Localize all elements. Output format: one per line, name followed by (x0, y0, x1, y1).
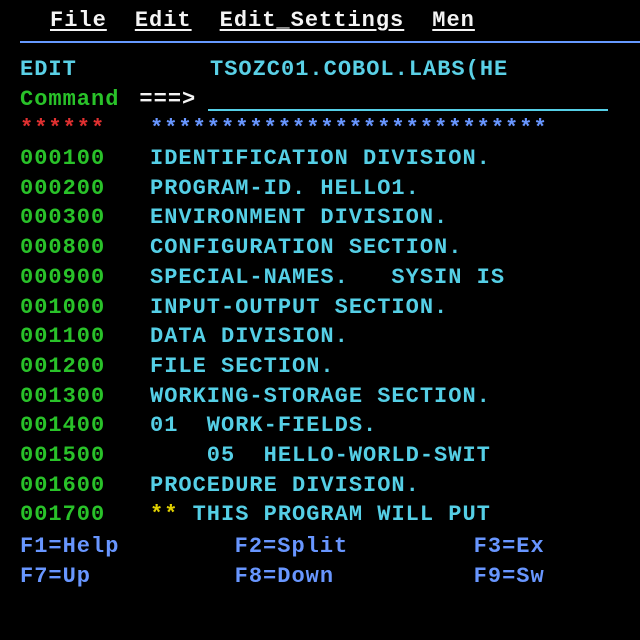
code-text: CONFIGURATION SECTION. (150, 233, 462, 263)
command-input[interactable] (208, 89, 608, 111)
line-number: 000800 (20, 233, 150, 263)
menubar-divider (20, 41, 640, 43)
code-line[interactable]: 001300WORKING-STORAGE SECTION. (0, 382, 640, 412)
command-label: Command (20, 85, 119, 115)
line-number: 001600 (20, 471, 150, 501)
code-area[interactable]: 000100IDENTIFICATION DIVISION.000200PROG… (0, 144, 640, 500)
command-arrow: ===> (139, 85, 196, 115)
code-text: IDENTIFICATION DIVISION. (150, 144, 491, 174)
code-line[interactable]: 001200FILE SECTION. (0, 352, 640, 382)
line-number: 000900 (20, 263, 150, 293)
fkey-f3[interactable]: F3=Ex (474, 532, 620, 562)
line-number: 001000 (20, 293, 150, 323)
menu-edit[interactable]: Edit (135, 8, 192, 33)
comment-stars: ** (150, 500, 178, 530)
code-line[interactable]: 000200PROGRAM-ID. HELLO1. (0, 174, 640, 204)
code-text: FILE SECTION. (150, 352, 335, 382)
code-text: PROGRAM-ID. HELLO1. (150, 174, 420, 204)
code-text: SPECIAL-NAMES. SYSIN IS (150, 263, 505, 293)
code-line[interactable]: 000800CONFIGURATION SECTION. (0, 233, 640, 263)
code-text: ENVIRONMENT DIVISION. (150, 203, 448, 233)
code-line[interactable]: 000100IDENTIFICATION DIVISION. (0, 144, 640, 174)
code-line[interactable]: 001600PROCEDURE DIVISION. (0, 471, 640, 501)
menu-more[interactable]: Men (432, 8, 475, 33)
edit-mode-label: EDIT (20, 55, 210, 85)
dataset-name: TSOZC01.COBOL.LABS(HE (210, 55, 508, 85)
fkey-f1[interactable]: F1=Help (20, 532, 235, 562)
code-text: INPUT-OUTPUT SECTION. (150, 293, 448, 323)
fkey-f8[interactable]: F8=Down (235, 562, 474, 592)
comment-text: THIS PROGRAM WILL PUT (178, 500, 505, 530)
fkey-row-1: F1=Help F2=Split F3=Ex (0, 532, 640, 562)
line-number: 001100 (20, 322, 150, 352)
top-stars-right: **************************** (150, 114, 548, 144)
code-line[interactable]: 000900SPECIAL-NAMES. SYSIN IS (0, 263, 640, 293)
code-line[interactable]: 001000INPUT-OUTPUT SECTION. (0, 293, 640, 323)
line-number: 001500 (20, 441, 150, 471)
line-number: 001700 (20, 500, 150, 530)
code-text: PROCEDURE DIVISION. (150, 471, 420, 501)
line-number: 000200 (20, 174, 150, 204)
line-number: 001300 (20, 382, 150, 412)
code-text: 05 HELLO-WORLD-SWIT (150, 441, 491, 471)
fkey-row-2: F7=Up F8=Down F9=Sw (0, 562, 640, 592)
line-number: 000100 (20, 144, 150, 174)
menu-edit-settings[interactable]: Edit_Settings (220, 8, 405, 33)
menubar: File Edit Edit_Settings Men (0, 0, 640, 39)
code-text: 01 WORK-FIELDS. (150, 411, 377, 441)
code-line[interactable]: 001100DATA DIVISION. (0, 322, 640, 352)
code-text: WORKING-STORAGE SECTION. (150, 382, 491, 412)
code-line[interactable]: 000300ENVIRONMENT DIVISION. (0, 203, 640, 233)
menu-file[interactable]: File (50, 8, 107, 33)
code-text: DATA DIVISION. (150, 322, 349, 352)
code-line[interactable]: 00140001 WORK-FIELDS. (0, 411, 640, 441)
command-row: Command ===> (0, 85, 640, 115)
top-of-data-row: ****** **************************** (0, 114, 640, 144)
line-number: 001200 (20, 352, 150, 382)
header-row: EDIT TSOZC01.COBOL.LABS(HE (0, 55, 640, 85)
code-line-comment[interactable]: 001700 ** THIS PROGRAM WILL PUT (0, 500, 640, 530)
line-number: 000300 (20, 203, 150, 233)
code-line[interactable]: 001500 05 HELLO-WORLD-SWIT (0, 441, 640, 471)
fkey-f9[interactable]: F9=Sw (474, 562, 620, 592)
fkey-f2[interactable]: F2=Split (235, 532, 474, 562)
top-stars-left: ****** (20, 114, 150, 144)
line-number: 001400 (20, 411, 150, 441)
fkey-f7[interactable]: F7=Up (20, 562, 235, 592)
